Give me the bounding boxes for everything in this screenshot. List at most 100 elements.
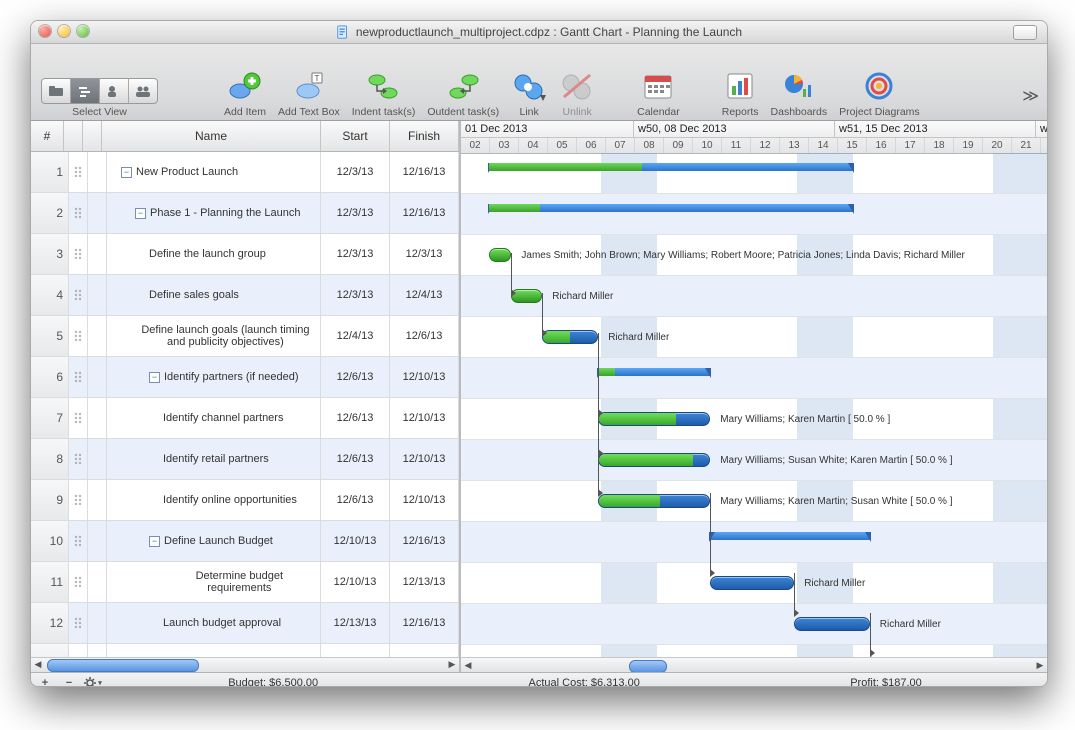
remove-row-button[interactable]: − — [59, 675, 79, 687]
finish-cell[interactable]: 12/6/13 — [390, 316, 459, 356]
drag-handle-icon[interactable] — [69, 398, 88, 438]
table-row[interactable]: 8Identify retail partners12/6/1312/10/13 — [31, 439, 459, 480]
task-name-cell[interactable]: Launch budget approval — [107, 603, 321, 643]
table-row[interactable]: 2−Phase 1 - Planning the Launch12/3/1312… — [31, 193, 459, 234]
task-name-cell[interactable]: −Define Launch Budget — [107, 521, 321, 561]
table-row[interactable]: 1−New Product Launch12/3/1312/16/13 — [31, 152, 459, 193]
start-cell[interactable]: 12/6/13 — [321, 439, 390, 479]
task-bar[interactable] — [598, 453, 710, 467]
indent-task-button[interactable]: Indent task(s) — [352, 68, 416, 118]
finish-cell[interactable]: 12/16/13 — [390, 603, 459, 643]
start-cell[interactable]: 12/6/13 — [321, 398, 390, 438]
drag-handle-icon[interactable] — [69, 603, 88, 643]
reports-button[interactable]: Reports — [722, 68, 759, 118]
drag-handle-icon[interactable] — [69, 316, 88, 356]
table-row[interactable]: 10−Define Launch Budget12/10/1312/16/13 — [31, 521, 459, 562]
col-name[interactable]: Name — [102, 121, 321, 151]
finish-cell[interactable]: 12/10/13 — [390, 398, 459, 438]
summary-bar[interactable] — [598, 368, 710, 376]
start-cell[interactable]: 12/3/13 — [321, 193, 390, 233]
table-hscroll[interactable]: ◀ ▶ — [31, 657, 459, 672]
finish-cell[interactable]: 12/16/13 — [390, 193, 459, 233]
start-cell[interactable]: 12/6/13 — [321, 357, 390, 397]
task-name-cell[interactable]: −New Product Launch — [107, 152, 321, 192]
drag-handle-icon[interactable] — [69, 357, 88, 397]
dashboards-button[interactable]: Dashboards — [771, 68, 828, 118]
task-bar[interactable] — [542, 330, 598, 344]
scroll-right-icon[interactable]: ▶ — [445, 658, 459, 672]
toolbar-overflow-button[interactable]: ≫ — [1022, 86, 1039, 106]
start-cell[interactable]: 12/4/13 — [321, 316, 390, 356]
start-cell[interactable]: 12/10/13 — [321, 521, 390, 561]
finish-cell[interactable]: 12/10/13 — [390, 439, 459, 479]
start-cell[interactable]: 12/3/13 — [321, 275, 390, 315]
settings-gear-icon[interactable]: ▾ — [83, 675, 103, 687]
task-name-cell[interactable]: Define sales goals — [107, 275, 321, 315]
task-name-cell[interactable]: −Phase 1 - Planning the Launch — [107, 193, 321, 233]
task-bar[interactable] — [598, 494, 710, 508]
collapse-icon[interactable]: − — [121, 167, 132, 178]
add-text-box-button[interactable]: T Add Text Box — [278, 68, 340, 118]
gantt-body[interactable]: James Smith; John Brown; Mary Williams; … — [461, 153, 1047, 672]
scroll-right-icon[interactable]: ▶ — [1033, 658, 1047, 672]
col-info[interactable] — [64, 121, 83, 151]
view-resources-icon[interactable] — [100, 79, 129, 103]
link-button[interactable]: Link — [511, 68, 547, 118]
collapse-icon[interactable]: − — [149, 536, 160, 547]
collapse-icon[interactable]: − — [149, 372, 160, 383]
start-cell[interactable]: 12/3/13 — [321, 152, 390, 192]
table-row[interactable]: 11Determine budget requirements12/10/131… — [31, 562, 459, 603]
task-name-cell[interactable]: Identify channel partners — [107, 398, 321, 438]
summary-bar[interactable] — [489, 163, 853, 171]
start-cell[interactable]: 12/10/13 — [321, 562, 390, 602]
table-row[interactable]: 9Identify online opportunities12/6/1312/… — [31, 480, 459, 521]
scroll-thumb[interactable] — [47, 659, 199, 672]
view-gantt-icon[interactable] — [71, 79, 100, 103]
drag-handle-icon[interactable] — [69, 152, 88, 192]
gantt-hscroll[interactable]: ◀ ▶ — [461, 657, 1047, 672]
task-name-cell[interactable]: Determine budget requirements — [107, 562, 321, 602]
drag-handle-icon[interactable] — [69, 193, 88, 233]
unlink-button[interactable]: Unlink — [559, 68, 595, 118]
table-row[interactable]: 12Launch budget approval12/13/1312/16/13 — [31, 603, 459, 644]
minimize-window-button[interactable] — [58, 25, 70, 37]
scroll-thumb[interactable] — [629, 660, 667, 673]
col-finish[interactable]: Finish — [390, 121, 459, 151]
project-diagrams-button[interactable]: Project Diagrams — [839, 68, 920, 118]
col-number[interactable]: # — [31, 121, 64, 151]
scroll-left-icon[interactable]: ◀ — [31, 658, 45, 672]
view-team-icon[interactable] — [129, 79, 157, 103]
finish-cell[interactable]: 12/3/13 — [390, 234, 459, 274]
drag-handle-icon[interactable] — [69, 480, 88, 520]
scroll-left-icon[interactable]: ◀ — [461, 658, 475, 672]
start-cell[interactable]: 12/13/13 — [321, 603, 390, 643]
col-start[interactable]: Start — [321, 121, 390, 151]
drag-handle-icon[interactable] — [69, 439, 88, 479]
zoom-window-button[interactable] — [77, 25, 89, 37]
col-indicator[interactable] — [83, 121, 102, 151]
finish-cell[interactable]: 12/4/13 — [390, 275, 459, 315]
calendar-button[interactable]: Calendar — [637, 68, 680, 118]
task-bar[interactable] — [710, 576, 794, 590]
start-cell[interactable]: 12/3/13 — [321, 234, 390, 274]
collapse-icon[interactable]: − — [135, 208, 146, 219]
drag-handle-icon[interactable] — [69, 275, 88, 315]
view-folder-icon[interactable] — [42, 79, 71, 103]
summary-bar[interactable] — [489, 204, 853, 212]
task-bar[interactable] — [489, 248, 511, 262]
table-row[interactable]: 6−Identify partners (if needed)12/6/1312… — [31, 357, 459, 398]
task-name-cell[interactable]: Identify online opportunities — [107, 480, 321, 520]
summary-bar[interactable] — [710, 532, 870, 540]
finish-cell[interactable]: 12/10/13 — [390, 480, 459, 520]
task-name-cell[interactable]: Define launch goals (launch timing and p… — [107, 316, 321, 356]
table-row[interactable]: 4Define sales goals12/3/1312/4/13 — [31, 275, 459, 316]
task-name-cell[interactable]: Identify retail partners — [107, 439, 321, 479]
drag-handle-icon[interactable] — [69, 562, 88, 602]
toolbar-toggle-button[interactable] — [1013, 25, 1037, 40]
add-row-button[interactable]: + — [35, 675, 55, 687]
finish-cell[interactable]: 12/16/13 — [390, 521, 459, 561]
drag-handle-icon[interactable] — [69, 234, 88, 274]
task-bar[interactable] — [794, 617, 870, 631]
start-cell[interactable]: 12/6/13 — [321, 480, 390, 520]
task-bar[interactable] — [598, 412, 710, 426]
